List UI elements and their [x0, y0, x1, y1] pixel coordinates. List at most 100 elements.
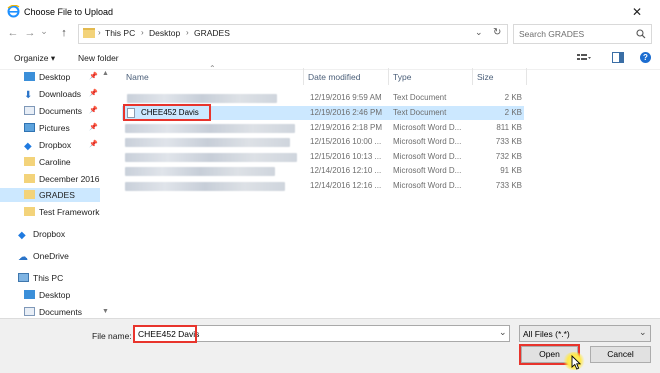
file-type: Text Document [393, 108, 447, 117]
file-date: 12/19/2016 2:46 PM [310, 108, 383, 117]
mouse-cursor-icon [571, 355, 581, 370]
redacted-file-name [125, 138, 290, 147]
pin-icon: 📌 [89, 141, 98, 148]
new-folder-button[interactable]: New folder [78, 53, 119, 63]
forward-button[interactable]: → [23, 26, 37, 40]
desktop-icon [24, 72, 35, 81]
sidebar-item-desktop[interactable]: Desktop 📌 [0, 70, 100, 84]
sidebar-item-grades[interactable]: GRADES [0, 188, 100, 202]
chevron-down-icon: ⌄ [639, 327, 647, 337]
pin-icon: 📌 [89, 124, 98, 131]
file-size: 811 KB [496, 123, 522, 132]
file-date: 12/19/2016 2:18 PM [310, 123, 383, 132]
file-size: 733 KB [495, 181, 522, 190]
view-options-icon[interactable] [577, 53, 591, 63]
close-button[interactable]: ✕ [622, 3, 652, 21]
file-size: 2 KB [504, 108, 522, 117]
sidebar-item-documents[interactable]: Documents 📌 [0, 104, 100, 118]
file-size: 2 KB [504, 93, 522, 102]
window-title: Choose File to Upload [24, 7, 114, 17]
sidebar-item-pc-documents[interactable]: Documents [0, 305, 100, 319]
redacted-file-name [125, 124, 295, 133]
chevron-down-icon[interactable]: ⌄ [499, 327, 507, 338]
dropbox-icon: ◆ [24, 141, 32, 152]
column-divider [526, 68, 527, 85]
computer-icon [18, 273, 29, 282]
redacted-file-name [125, 167, 275, 176]
search-input[interactable]: Search GRADES [519, 29, 584, 39]
highlight-box [133, 325, 197, 343]
organize-button[interactable]: Organize ▾ [14, 53, 55, 64]
documents-icon [24, 106, 35, 115]
redacted-file-name [125, 153, 297, 162]
recent-locations-button[interactable]: ⌄ [37, 24, 51, 38]
column-header-name[interactable]: Name [126, 72, 149, 82]
folder-icon [24, 207, 35, 216]
back-button[interactable]: ← [6, 26, 20, 40]
chevron-right-icon: › [186, 28, 189, 37]
folder-icon [83, 28, 95, 38]
documents-icon [24, 307, 35, 316]
sidebar-scrollbar[interactable]: ▲ ▼ [101, 70, 110, 318]
desktop-icon [24, 290, 35, 299]
sidebar-item-downloads[interactable]: ⬇ Downloads 📌 [0, 87, 100, 101]
sidebar-item-dropbox-root[interactable]: ◆ Dropbox [0, 227, 100, 241]
file-row[interactable]: 12/14/2016 12:16 ... Microsoft Word D...… [122, 179, 524, 193]
file-date: 12/14/2016 12:10 ... [310, 166, 382, 175]
sidebar-item-dropbox[interactable]: ◆ Dropbox 📌 [0, 138, 100, 152]
cancel-button[interactable]: Cancel [590, 346, 651, 363]
sort-ascending-icon: ⌃ [209, 64, 216, 73]
breadcrumb-grades[interactable]: GRADES [194, 28, 230, 38]
up-button[interactable]: ↑ [57, 26, 71, 40]
redacted-file-name [125, 182, 285, 191]
sidebar-item-caroline[interactable]: Caroline [0, 155, 100, 169]
dropbox-icon: ◆ [18, 230, 26, 241]
folder-icon [24, 157, 35, 166]
file-row[interactable]: 12/19/2016 2:18 PM Microsoft Word D... 8… [122, 121, 524, 135]
sidebar-item-onedrive[interactable]: ☁ OneDrive [0, 249, 100, 263]
download-icon: ⬇ [24, 90, 33, 101]
breadcrumb-desktop[interactable]: Desktop [149, 28, 180, 38]
file-type: Text Document [393, 93, 447, 102]
navigation-pane: Desktop 📌 ⬇ Downloads 📌 Documents 📌 Pictu… [0, 70, 111, 318]
internet-explorer-icon [7, 5, 20, 18]
file-type: Microsoft Word D... [393, 137, 462, 146]
column-header-type[interactable]: Type [393, 72, 411, 82]
chevron-right-icon: › [141, 28, 144, 37]
folder-icon [24, 174, 35, 183]
file-type: Microsoft Word D... [393, 152, 462, 161]
file-size: 91 KB [500, 166, 522, 175]
column-header-date-modified[interactable]: Date modified [308, 72, 360, 82]
sidebar-item-this-pc[interactable]: This PC [0, 271, 100, 285]
sidebar-item-pictures[interactable]: Pictures 📌 [0, 121, 100, 135]
address-bar[interactable]: › This PC › Desktop › GRADES ⌄ ↻ [78, 24, 508, 44]
scroll-up-icon[interactable]: ▲ [102, 70, 109, 77]
column-divider [388, 68, 389, 85]
address-dropdown-button[interactable]: ⌄ [475, 27, 483, 38]
breadcrumb-this-pc[interactable]: This PC [105, 28, 135, 38]
file-row[interactable]: 12/14/2016 12:10 ... Microsoft Word D...… [122, 164, 524, 178]
scroll-down-icon[interactable]: ▼ [102, 308, 109, 315]
file-date: 12/15/2016 10:00 ... [310, 137, 382, 146]
refresh-button[interactable]: ↻ [493, 27, 501, 38]
column-header-size[interactable]: Size [477, 72, 494, 82]
file-row[interactable]: 12/15/2016 10:13 ... Microsoft Word D...… [122, 150, 524, 164]
preview-pane-icon[interactable] [612, 52, 624, 63]
file-type: Microsoft Word D... [393, 123, 462, 132]
sidebar-item-december-2016[interactable]: December 2016 [0, 172, 100, 186]
help-icon[interactable]: ? [640, 52, 651, 63]
pictures-icon [24, 123, 35, 132]
command-bar: Organize ▾ New folder ? [0, 47, 660, 70]
file-row[interactable]: 12/19/2016 9:59 AM Text Document 2 KB [122, 91, 524, 105]
file-date: 12/15/2016 10:13 ... [310, 152, 382, 161]
file-type: Microsoft Word D... [393, 181, 462, 190]
pin-icon: 📌 [89, 90, 98, 97]
search-box[interactable]: Search GRADES [513, 24, 652, 44]
file-row[interactable]: 12/15/2016 10:00 ... Microsoft Word D...… [122, 135, 524, 149]
file-name-label: File name: [92, 331, 132, 341]
file-size: 732 KB [495, 152, 522, 161]
sidebar-item-test-framework[interactable]: Test Framework [0, 205, 100, 219]
file-type-filter[interactable]: All Files (*.*) ⌄ [519, 325, 651, 342]
sidebar-item-pc-desktop[interactable]: Desktop [0, 288, 100, 302]
search-icon [636, 29, 646, 39]
